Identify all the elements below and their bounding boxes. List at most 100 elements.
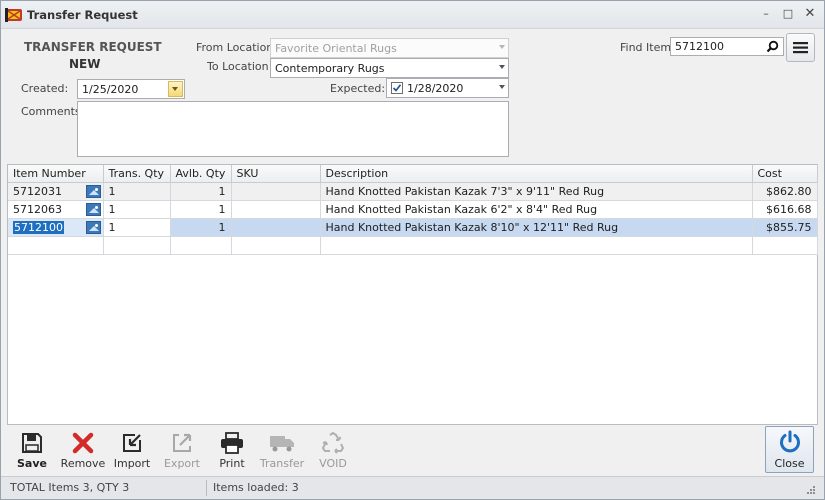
cost-cell[interactable]: $616.68: [752, 200, 818, 219]
date-dropdown-button[interactable]: [168, 81, 183, 97]
avlb-qty-cell[interactable]: 1: [170, 218, 232, 237]
status-totals: TOTAL Items 3, QTY 3: [10, 481, 130, 494]
truck-icon: [270, 436, 294, 452]
import-icon: [123, 434, 141, 452]
column-header-trans-qty[interactable]: Trans. Qty: [103, 165, 171, 183]
close-label: Close: [774, 457, 805, 470]
trans-qty-cell[interactable]: 1: [103, 218, 171, 237]
sku-cell[interactable]: [231, 218, 321, 237]
cost-cell[interactable]: $855.75: [752, 218, 818, 237]
expected-date-field[interactable]: 1/28/2020: [386, 78, 509, 98]
from-location-select: Favorite Oriental Rugs: [270, 38, 509, 58]
description-cell[interactable]: Hand Knotted Pakistan Kazak 7'3" x 9'11"…: [320, 182, 753, 201]
items-table: Item Number Trans. Qty Avlb. Qty SKU Des…: [8, 165, 818, 255]
image-icon[interactable]: [85, 184, 101, 198]
print-button[interactable]: Print: [207, 429, 257, 473]
remove-icon: [72, 432, 94, 454]
status-label: NEW: [69, 57, 101, 71]
print-label: Print: [219, 457, 245, 470]
from-location-label: From Location: [196, 41, 274, 54]
empty-cell[interactable]: [752, 236, 818, 255]
expected-checkbox[interactable]: [391, 82, 403, 94]
empty-cell[interactable]: [320, 236, 753, 255]
page-title: TRANSFER REQUEST: [24, 40, 162, 54]
item-number-cell[interactable]: 5712031: [8, 182, 104, 201]
sku-cell[interactable]: [231, 182, 321, 201]
table-row[interactable]: 5712031 1 1 Hand Knotted Pakistan Kazak …: [8, 182, 818, 201]
transfer-label: Transfer: [259, 457, 305, 470]
expected-date-value: 1/28/2020: [407, 82, 464, 95]
status-divider: [206, 480, 207, 496]
recycle-icon: [321, 432, 345, 454]
cost-cell[interactable]: $862.80: [752, 182, 818, 201]
column-header-description[interactable]: Description: [320, 165, 753, 183]
chevron-down-icon: [499, 45, 505, 49]
item-number: 5712100: [13, 220, 64, 234]
to-location-value: Contemporary Rugs: [275, 62, 385, 75]
close-icon[interactable]: ✕: [803, 7, 817, 21]
minimize-icon[interactable]: –: [759, 7, 773, 21]
created-label: Created:: [21, 82, 69, 95]
resize-grip-icon[interactable]: [804, 483, 816, 495]
created-date-field[interactable]: 1/25/2020: [77, 79, 185, 99]
import-button[interactable]: Import: [107, 429, 157, 473]
void-button[interactable]: VOID: [308, 429, 358, 473]
item-number: 5712063: [13, 202, 62, 216]
menu-button[interactable]: [786, 33, 815, 62]
column-header-avlb-qty[interactable]: Avlb. Qty: [170, 165, 232, 183]
chevron-down-icon[interactable]: [499, 85, 505, 89]
chevron-down-icon[interactable]: [499, 65, 505, 69]
trans-qty-cell[interactable]: 1: [103, 182, 171, 201]
sku-cell[interactable]: [231, 200, 321, 219]
description-cell[interactable]: Hand Knotted Pakistan Kazak 8'10" x 12'1…: [320, 218, 753, 237]
to-location-label: To Location: [207, 60, 269, 73]
empty-cell[interactable]: [103, 236, 171, 255]
save-icon: [22, 433, 42, 453]
description-cell[interactable]: Hand Knotted Pakistan Kazak 6'2" x 8'4" …: [320, 200, 753, 219]
printer-icon: [221, 432, 243, 454]
remove-button[interactable]: Remove: [58, 429, 108, 473]
empty-cell[interactable]: [170, 236, 232, 255]
export-button[interactable]: Export: [157, 429, 207, 473]
image-icon[interactable]: [85, 220, 101, 234]
save-label: Save: [17, 457, 47, 470]
item-number-cell[interactable]: 5712063: [8, 200, 104, 219]
empty-cell[interactable]: [8, 236, 104, 255]
items-grid[interactable]: Item Number Trans. Qty Avlb. Qty SKU Des…: [7, 164, 818, 425]
bottom-toolbar: Save Remove Import Export Print Transfer…: [1, 425, 824, 475]
search-icon[interactable]: [766, 40, 779, 53]
to-location-select[interactable]: Contemporary Rugs: [270, 58, 509, 78]
close-button[interactable]: Close: [765, 426, 814, 473]
remove-label: Remove: [60, 457, 106, 470]
item-number-cell[interactable]: 5712100: [8, 218, 104, 237]
avlb-qty-cell[interactable]: 1: [170, 200, 232, 219]
export-icon: [173, 433, 192, 452]
table-header-row: Item Number Trans. Qty Avlb. Qty SKU Des…: [8, 165, 818, 183]
status-bar: TOTAL Items 3, QTY 3 Items loaded: 3: [1, 476, 824, 499]
window-title: Transfer Request: [27, 8, 138, 22]
column-header-cost[interactable]: Cost: [752, 165, 818, 183]
comments-label: Comments: [21, 105, 81, 118]
created-date-value: 1/25/2020: [82, 83, 139, 96]
image-icon[interactable]: [85, 202, 101, 216]
new-row[interactable]: [8, 236, 818, 255]
comments-textarea[interactable]: [77, 101, 509, 157]
status-items-loaded: Items loaded: 3: [213, 481, 299, 494]
find-item-input[interactable]: 5712100: [670, 37, 784, 56]
transfer-button[interactable]: Transfer: [257, 429, 307, 473]
column-header-item-number[interactable]: Item Number: [8, 165, 104, 183]
column-header-sku[interactable]: SKU: [231, 165, 321, 183]
empty-cell[interactable]: [231, 236, 321, 255]
avlb-qty-cell[interactable]: 1: [170, 182, 232, 201]
chevron-down-icon: [172, 87, 178, 91]
table-row-selected[interactable]: 5712100 1 1 Hand Knotted Pakistan Kazak …: [8, 218, 818, 237]
app-icon: [5, 8, 22, 22]
expected-label: Expected:: [330, 82, 386, 95]
maximize-icon[interactable]: □: [781, 7, 795, 21]
trans-qty-cell[interactable]: 1: [103, 200, 171, 219]
find-item-label: Find Item: [620, 41, 672, 54]
import-label: Import: [113, 457, 151, 470]
void-label: VOID: [319, 457, 347, 470]
save-button[interactable]: Save: [7, 429, 57, 473]
table-row[interactable]: 5712063 1 1 Hand Knotted Pakistan Kazak …: [8, 200, 818, 219]
